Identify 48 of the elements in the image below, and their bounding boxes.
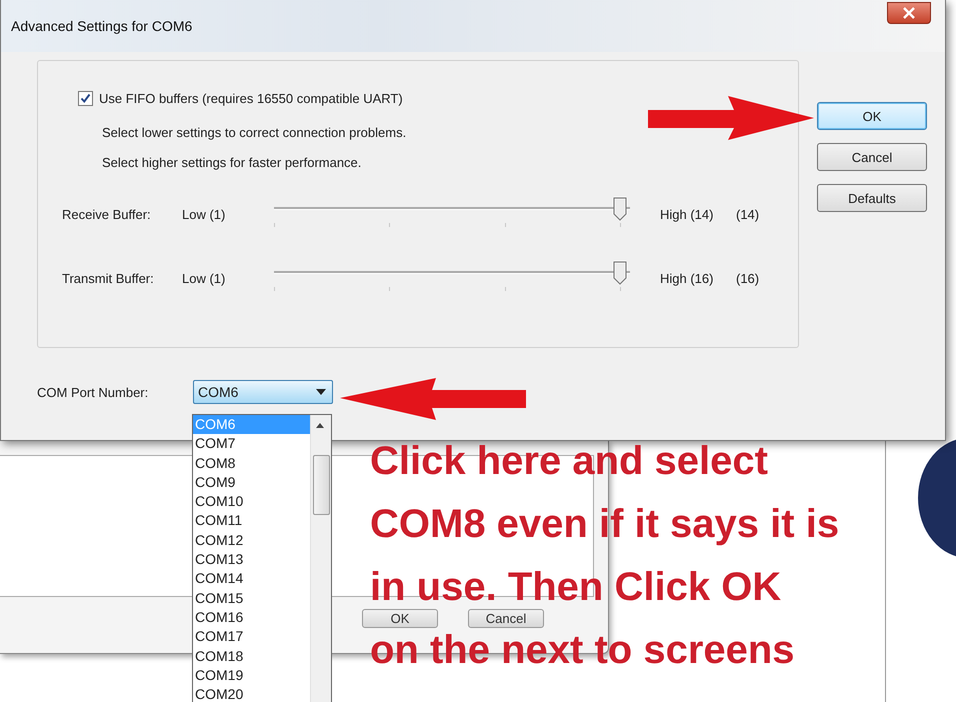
scrollbar[interactable] — [310, 415, 331, 702]
scroll-up-icon[interactable] — [316, 423, 324, 428]
port-option[interactable]: COM11 — [193, 511, 310, 531]
port-dropdown[interactable]: COM6 — [193, 380, 333, 404]
port-option[interactable]: COM18 — [193, 646, 310, 666]
port-option[interactable]: COM12 — [193, 530, 310, 550]
dialog-button[interactable]: Defaults — [817, 184, 927, 212]
hint-text: Select higher settings for faster performance. — [102, 154, 362, 172]
port-option[interactable]: COM17 — [193, 627, 310, 647]
hint-text: Select lower settings to correct connection problems. — [102, 124, 408, 142]
port-option[interactable]: COM14 — [193, 569, 310, 589]
fifo-checkbox[interactable] — [78, 91, 93, 106]
window-title: Advanced Settings for COM6 — [11, 18, 192, 34]
slider-label: Transmit Buffer: — [62, 270, 155, 286]
close-button[interactable] — [887, 2, 931, 24]
right-arrow-icon — [648, 96, 814, 142]
annotation-text: COM8 even if it says it is — [370, 503, 840, 545]
close-icon — [902, 7, 916, 19]
slider-value: (14) — [736, 206, 760, 222]
port-option[interactable]: COM20 — [193, 685, 310, 702]
fifo-label: Use FIFO buffers (requires 16550 compatible UART) — [99, 91, 403, 106]
port-option[interactable]: COM15 — [193, 588, 310, 608]
left-arrow-icon — [340, 378, 526, 422]
slider-value: (16) — [736, 270, 760, 286]
port-label: COM Port Number: — [37, 384, 150, 400]
high-label: High (14) — [660, 206, 714, 222]
low-label: Low (1) — [182, 270, 226, 286]
port-option[interactable]: COM8 — [193, 454, 310, 473]
port-option[interactable]: COM7 — [193, 434, 310, 454]
port-option[interactable]: COM16 — [193, 608, 310, 628]
caret-icon — [316, 389, 326, 395]
annotation-text: on the next to screens — [370, 629, 795, 671]
port-option[interactable]: COM10 — [193, 492, 310, 512]
scrollbar-thumb[interactable] — [313, 455, 330, 515]
port-option[interactable]: COM19 — [193, 666, 310, 686]
slider-thumb[interactable] — [613, 261, 627, 285]
high-label: High (16) — [660, 270, 714, 286]
slider-label: Receive Buffer: — [62, 206, 152, 222]
annotation-text: in use. Then Click OK — [370, 566, 782, 608]
annotation-text: Click here and select — [370, 440, 768, 482]
slider-thumb[interactable] — [613, 197, 627, 221]
dialog-button[interactable]: Cancel — [817, 143, 927, 171]
port-option[interactable]: COM9 — [193, 472, 310, 492]
background-button[interactable]: Cancel — [468, 609, 544, 628]
port-option[interactable]: COM13 — [193, 550, 310, 570]
low-label: Low (1) — [182, 206, 226, 222]
background-button[interactable]: OK — [362, 609, 438, 628]
dialog-button[interactable]: OK — [817, 102, 927, 130]
